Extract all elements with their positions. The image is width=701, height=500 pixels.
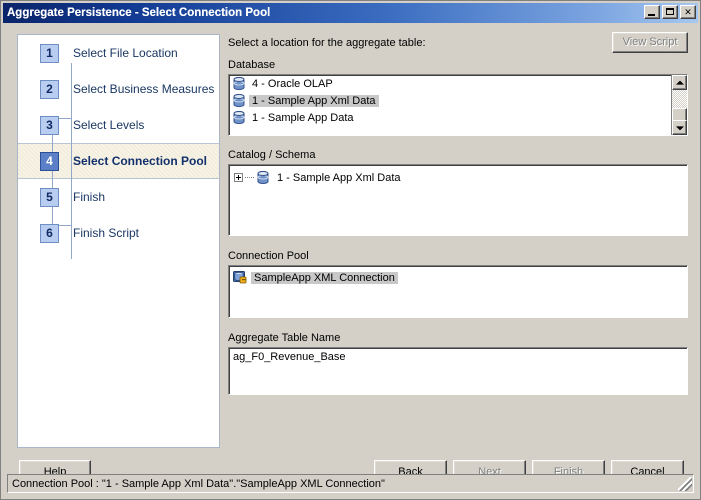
view-script-button[interactable]: View Script [612,32,688,53]
step-label-5: Finish [73,190,106,204]
list-item-label: 1 - Sample App Xml Data [249,94,379,107]
step-label-4: Select Connection Pool [73,154,208,168]
database-list[interactable]: 4 - Oracle OLAP 1 - Sample App Xml Data [228,74,688,136]
dialog-client-area: 1 Select File Location 2 Select Business… [3,24,698,497]
database-label: Database [228,59,276,71]
title-bar: Aggregate Persistence - Select Connectio… [3,3,698,23]
step-label-3: Select Levels [73,118,145,132]
list-item-label: 4 - Oracle OLAP [252,77,333,90]
aggregate-table-name-label: Aggregate Table Name [228,332,341,344]
aggregate-table-name-value: ag_F0_Revenue_Base [233,351,346,363]
catalog-schema-label: Catalog / Schema [228,149,316,161]
connection-pool-icon [233,271,247,284]
step-number-6: 6 [40,223,59,243]
sidebar-item-select-file-location[interactable]: 1 Select File Location [18,35,219,71]
status-bar: Connection Pool : "1 - Sample App Xml Da… [7,474,694,493]
scroll-up-button[interactable] [672,75,687,90]
window-title: Aggregate Persistence - Select Connectio… [7,7,271,19]
instruction-text: Select a location for the aggregate tabl… [228,37,426,49]
dialog-window: Aggregate Persistence - Select Connectio… [0,0,701,500]
database-icon [257,171,269,184]
close-icon: ✕ [684,7,692,17]
sidebar-item-select-connection-pool[interactable]: 4 Select Connection Pool [18,143,219,179]
list-item[interactable]: 4 - Oracle OLAP [229,75,687,92]
maximize-button[interactable] [662,5,678,19]
sidebar-item-finish-script[interactable]: 6 Finish Script [18,215,219,251]
list-item-label: SampleApp XML Connection [251,271,398,284]
step-number-4: 4 [40,151,59,171]
step-label-2: Select Business Measures [73,82,215,96]
database-scrollbar[interactable] [671,75,687,135]
list-item[interactable]: 1 - Sample App Xml Data [229,92,687,109]
close-button[interactable]: ✕ [680,5,696,19]
tree-item[interactable]: 1 - Sample App Xml Data [229,169,687,186]
expand-plus-icon[interactable] [234,173,243,182]
step-number-3: 3 [40,115,59,135]
aggregate-table-name-input[interactable]: ag_F0_Revenue_Base [228,347,688,395]
scroll-down-button[interactable] [672,120,687,135]
step-label-6: Finish Script [73,226,140,240]
connection-pool-label: Connection Pool [228,250,309,262]
chevron-down-icon [675,125,684,130]
step-number-2: 2 [40,79,59,99]
catalog-schema-tree[interactable]: 1 - Sample App Xml Data [228,164,688,236]
tree-connector-line [245,177,254,178]
database-icon [233,77,245,90]
minimize-button[interactable] [644,5,660,19]
step-number-5: 5 [40,187,59,207]
step-label-1: Select File Location [73,46,178,60]
database-icon [233,111,245,124]
step-number-1: 1 [40,43,59,63]
window-controls: ✕ [644,5,696,19]
chevron-up-icon [675,80,684,85]
maximize-icon [666,8,674,15]
database-icon [233,94,245,107]
list-item[interactable]: 1 - Sample App Data [229,109,687,126]
minimize-icon [648,14,655,16]
status-bar-text: Connection Pool : "1 - Sample App Xml Da… [12,477,385,490]
sidebar-item-select-levels[interactable]: 3 Select Levels [18,107,219,143]
connection-pool-list[interactable]: SampleApp XML Connection [228,265,688,318]
tree-item-label: 1 - Sample App Xml Data [277,171,401,184]
resize-grip-icon[interactable] [678,477,692,491]
sidebar-item-select-business-measures[interactable]: 2 Select Business Measures [18,71,219,107]
wizard-steps-panel: 1 Select File Location 2 Select Business… [17,34,220,448]
step-connector-line [71,63,72,259]
list-item-label: 1 - Sample App Data [252,111,354,124]
list-item[interactable]: SampleApp XML Connection [229,269,687,286]
sidebar-item-finish[interactable]: 5 Finish [18,179,219,215]
